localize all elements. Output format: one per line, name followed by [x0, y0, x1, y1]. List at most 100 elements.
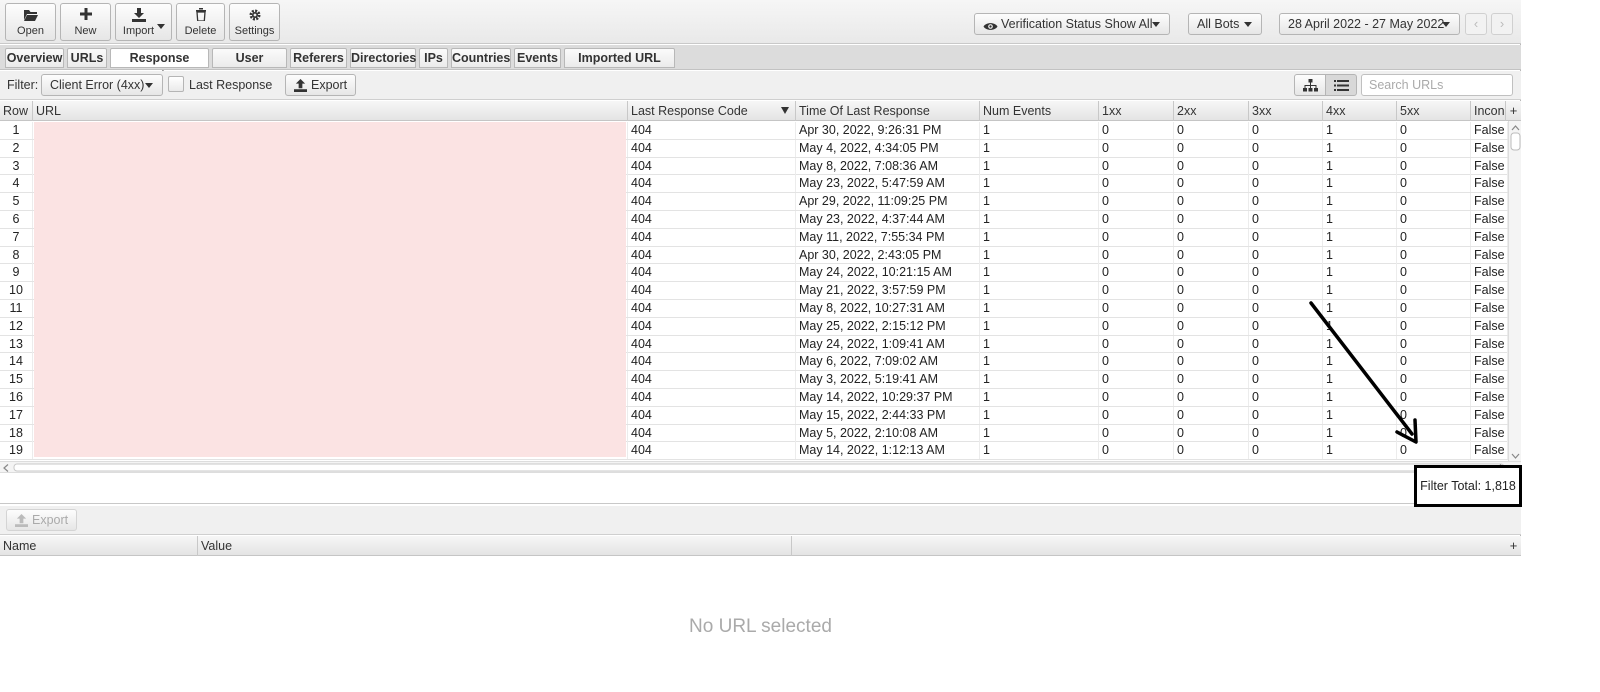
column-header-last-response-code[interactable]: Last Response Code: [628, 101, 796, 121]
cell-1xx: 0: [1099, 228, 1174, 246]
tab-referers[interactable]: Referers: [290, 48, 347, 68]
cell-row-number: 15: [0, 371, 33, 389]
tab-urls[interactable]: URLs: [67, 48, 107, 68]
folder-open-icon: [6, 8, 55, 24]
cell-inconsistent: False: [1471, 317, 1508, 335]
cell-4xx: 1: [1323, 282, 1397, 300]
tree-view-button[interactable]: [1294, 74, 1326, 96]
column-header-row[interactable]: Row: [0, 101, 33, 121]
cell-5xx: 0: [1397, 406, 1471, 424]
tab-ips[interactable]: IPs: [419, 48, 448, 68]
export-button[interactable]: Export: [285, 74, 357, 98]
cell-5xx: 0: [1397, 300, 1471, 317]
column-header-name[interactable]: Name: [0, 536, 198, 556]
details-export-label: Export: [32, 513, 69, 527]
open-button[interactable]: Open: [5, 3, 56, 41]
last-response-checkbox[interactable]: [168, 76, 184, 92]
cell-2xx: 0: [1174, 353, 1249, 371]
cell-time-of-last-response: May 14, 2022, 1:12:13 AM: [796, 442, 980, 460]
column-header-2xx[interactable]: 2xx: [1174, 101, 1249, 121]
cell-num-events: 1: [980, 424, 1099, 442]
cell-3xx: 0: [1249, 228, 1323, 246]
tab-user-agents[interactable]: User Agents: [212, 48, 287, 83]
tab-countries[interactable]: Countries: [451, 48, 511, 68]
cell-num-events: 1: [980, 264, 1099, 282]
tab-overview[interactable]: Overview: [5, 48, 64, 68]
cell-5xx: 0: [1397, 389, 1471, 406]
tab-response-codes[interactable]: Response Codes: [110, 48, 209, 83]
cell-num-events: 1: [980, 211, 1099, 228]
cell-2xx: 0: [1174, 193, 1249, 211]
cell-inconsistent: False: [1471, 175, 1508, 193]
cell-inconsistent: False: [1471, 371, 1508, 389]
cell-4xx: 1: [1323, 228, 1397, 246]
main-toolbar: Open New Import Delete Settings Verifica…: [0, 0, 1521, 44]
settings-button[interactable]: Settings: [229, 3, 280, 41]
list-view-button[interactable]: [1325, 74, 1357, 96]
cell-row-number: 12: [0, 317, 33, 335]
bots-value: All Bots: [1197, 17, 1240, 31]
cell-time-of-last-response: May 3, 2022, 5:19:41 AM: [796, 371, 980, 389]
tab-imported-url-data[interactable]: Imported URL Data: [564, 48, 675, 83]
cell-time-of-last-response: May 21, 2022, 3:57:59 PM: [796, 282, 980, 300]
cell-2xx: 0: [1174, 211, 1249, 228]
details-export-button[interactable]: Export: [6, 509, 78, 531]
cell-inconsistent: False: [1471, 442, 1508, 460]
column-chooser-plus-icon[interactable]: +: [1506, 536, 1521, 556]
cell-4xx: 1: [1323, 175, 1397, 193]
column-header-time-of-last-response[interactable]: Time Of Last Response: [796, 101, 980, 121]
cell-time-of-last-response: May 4, 2022, 4:34:05 PM: [796, 139, 980, 157]
column-header-inconsistent[interactable]: Inconsistent: [1471, 101, 1506, 121]
cell-5xx: 0: [1397, 442, 1471, 460]
cell-1xx: 0: [1099, 193, 1174, 211]
column-header-1xx[interactable]: 1xx: [1099, 101, 1174, 121]
cell-last-response-code: 404: [628, 175, 796, 193]
column-header-value[interactable]: Value: [198, 536, 792, 556]
new-button[interactable]: New: [60, 3, 111, 41]
previous-range-button[interactable]: ‹: [1465, 13, 1487, 35]
date-range-dropdown[interactable]: 28 April 2022 - 27 May 2022: [1279, 13, 1460, 35]
cell-last-response-code: 404: [628, 353, 796, 371]
cell-4xx: 1: [1323, 193, 1397, 211]
cell-1xx: 0: [1099, 317, 1174, 335]
column-chooser-plus-icon[interactable]: +: [1506, 101, 1521, 121]
tab-events[interactable]: Events: [514, 48, 561, 68]
cell-2xx: 0: [1174, 442, 1249, 460]
cell-time-of-last-response: May 14, 2022, 10:29:37 PM: [796, 389, 980, 406]
column-header-num-events[interactable]: Num Events: [980, 101, 1099, 121]
cell-row-number: 16: [0, 389, 33, 406]
next-range-button[interactable]: ›: [1491, 13, 1513, 35]
tab-directories[interactable]: Directories: [350, 48, 416, 68]
cell-inconsistent: False: [1471, 139, 1508, 157]
cell-num-events: 1: [980, 175, 1099, 193]
cell-row-number: 10: [0, 282, 33, 300]
bots-dropdown[interactable]: All Bots: [1188, 13, 1262, 35]
cell-num-events: 1: [980, 317, 1099, 335]
search-input[interactable]: Search URLs: [1361, 74, 1513, 96]
cell-1xx: 0: [1099, 442, 1174, 460]
horizontal-scrollbar[interactable]: [0, 461, 1521, 473]
column-header-3xx[interactable]: 3xx: [1249, 101, 1323, 121]
vertical-scrollbar[interactable]: [1508, 121, 1521, 461]
column-header-url[interactable]: URL: [33, 101, 628, 121]
cell-last-response-code: 404: [628, 424, 796, 442]
cell-5xx: 0: [1397, 175, 1471, 193]
upload-icon: [294, 78, 307, 98]
verification-status-dropdown[interactable]: Verification Status Show All: [974, 13, 1170, 35]
cell-num-events: 1: [980, 353, 1099, 371]
cell-row-number: 1: [0, 122, 33, 139]
filter-dropdown[interactable]: Client Error (4xx): [41, 74, 163, 96]
column-header-4xx[interactable]: 4xx: [1323, 101, 1397, 121]
cell-3xx: 0: [1249, 264, 1323, 282]
column-header-5xx[interactable]: 5xx: [1397, 101, 1471, 121]
filter-total-text: Filter Total: 1,818: [1420, 479, 1516, 493]
cell-time-of-last-response: May 8, 2022, 10:27:31 AM: [796, 300, 980, 317]
cell-row-number: 18: [0, 424, 33, 442]
cell-num-events: 1: [980, 282, 1099, 300]
chevron-down-icon[interactable]: [157, 24, 165, 29]
cell-3xx: 0: [1249, 300, 1323, 317]
cell-1xx: 0: [1099, 139, 1174, 157]
log-analyser-window: Open New Import Delete Settings Verifica…: [0, 0, 1521, 692]
delete-button[interactable]: Delete: [176, 3, 225, 41]
import-button[interactable]: Import: [115, 3, 172, 41]
